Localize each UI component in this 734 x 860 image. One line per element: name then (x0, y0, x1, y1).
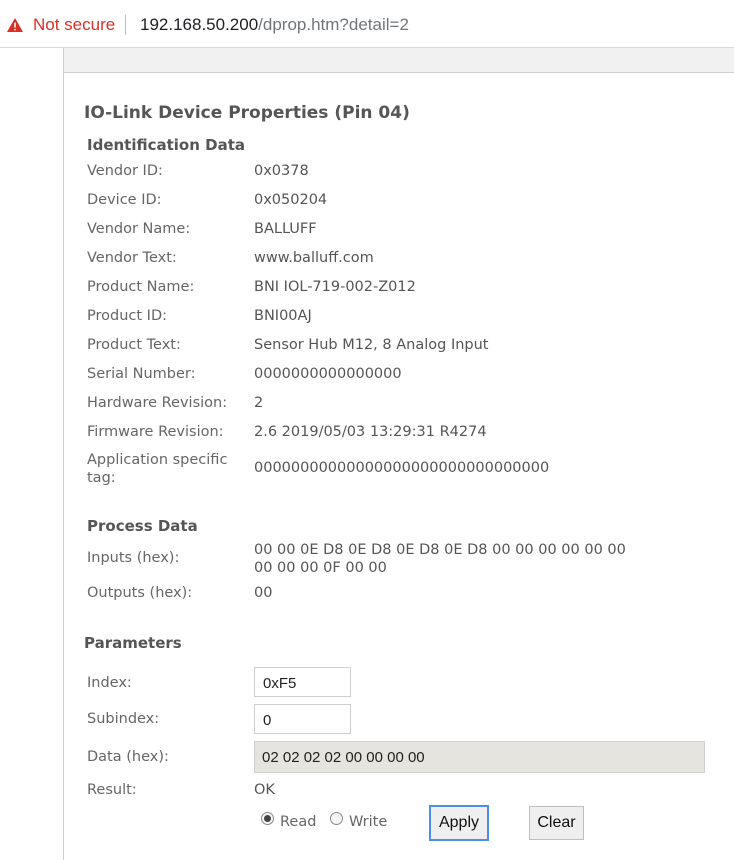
result-label: Result: (87, 782, 137, 798)
inputs-value-line1: 00 00 0E D8 0E D8 0E D8 0E D8 00 00 00 0… (254, 542, 626, 558)
index-label: Index: (87, 675, 132, 691)
page-title: IO-Link Device Properties (Pin 04) (84, 103, 410, 123)
app-tag-label-line1: Application specific (87, 452, 228, 468)
app-tag-value: 00000000000000000000000000000000 (254, 460, 550, 476)
identification-heading: Identification Data (87, 136, 245, 154)
write-radio-label[interactable]: Write (349, 814, 387, 830)
data-label: Data (hex): (87, 749, 169, 765)
identification-value: 2 (254, 395, 264, 411)
identification-label: Hardware Revision: (87, 395, 228, 411)
identification-label: Vendor ID: (87, 163, 163, 179)
clear-button[interactable]: Clear (529, 806, 584, 840)
identification-value: BNI00AJ (254, 308, 312, 324)
outputs-label: Outputs (hex): (87, 585, 193, 601)
inputs-label: Inputs (hex): (87, 550, 180, 566)
url-host: 192.168.50.200 (140, 15, 259, 34)
write-radio[interactable] (330, 812, 343, 825)
identification-label: Product Text: (87, 337, 181, 353)
identification-value: 0000000000000000 (254, 366, 402, 382)
parameters-heading: Parameters (84, 634, 182, 652)
outputs-value: 00 (254, 585, 273, 601)
identification-value: BALLUFF (254, 221, 317, 237)
address-bar[interactable]: Not secure 192.168.50.200/dprop.htm?deta… (0, 0, 734, 48)
identification-label: Device ID: (87, 192, 162, 208)
read-radio[interactable] (261, 812, 274, 825)
device-properties-panel: IO-Link Device Properties (Pin 04) Ident… (64, 73, 734, 860)
identification-value: BNI IOL-719-002-Z012 (254, 279, 416, 295)
divider (125, 15, 126, 35)
data-hex-field[interactable]: 02 02 02 02 00 00 00 00 (254, 741, 705, 773)
read-radio-label[interactable]: Read (280, 814, 316, 830)
warning-icon (7, 18, 23, 32)
identification-label: Vendor Text: (87, 250, 177, 266)
subindex-label: Subindex: (87, 711, 160, 727)
index-input[interactable]: 0xF5 (254, 667, 351, 697)
app-tag-label: Application specific tag: (87, 451, 227, 487)
inputs-value-line2: 00 00 00 0F 00 00 (254, 560, 387, 576)
identification-label: Serial Number: (87, 366, 196, 382)
url-text[interactable]: 192.168.50.200/dprop.htm?detail=2 (140, 15, 409, 35)
identification-value: 2.6 2019/05/03 13:29:31 R4274 (254, 424, 487, 440)
inputs-value: 00 00 0E D8 0E D8 0E D8 0E D8 00 00 00 0… (254, 541, 626, 577)
apply-button[interactable]: Apply (430, 806, 488, 840)
app-tag-label-line2: tag: (87, 470, 116, 486)
url-path: /dprop.htm?detail=2 (258, 15, 409, 34)
process-heading: Process Data (87, 517, 198, 535)
identification-value: Sensor Hub M12, 8 Analog Input (254, 337, 489, 353)
result-value: OK (254, 782, 275, 798)
identification-label: Product ID: (87, 308, 167, 324)
security-status[interactable]: Not secure (33, 15, 115, 35)
subindex-input[interactable]: 0 (254, 704, 351, 734)
identification-label: Product Name: (87, 279, 195, 295)
identification-value: 0x050204 (254, 192, 328, 208)
identification-value: www.balluff.com (254, 250, 374, 266)
top-strip (64, 48, 734, 73)
identification-label: Firmware Revision: (87, 424, 224, 440)
identification-label: Vendor Name: (87, 221, 191, 237)
identification-value: 0x0378 (254, 163, 309, 179)
